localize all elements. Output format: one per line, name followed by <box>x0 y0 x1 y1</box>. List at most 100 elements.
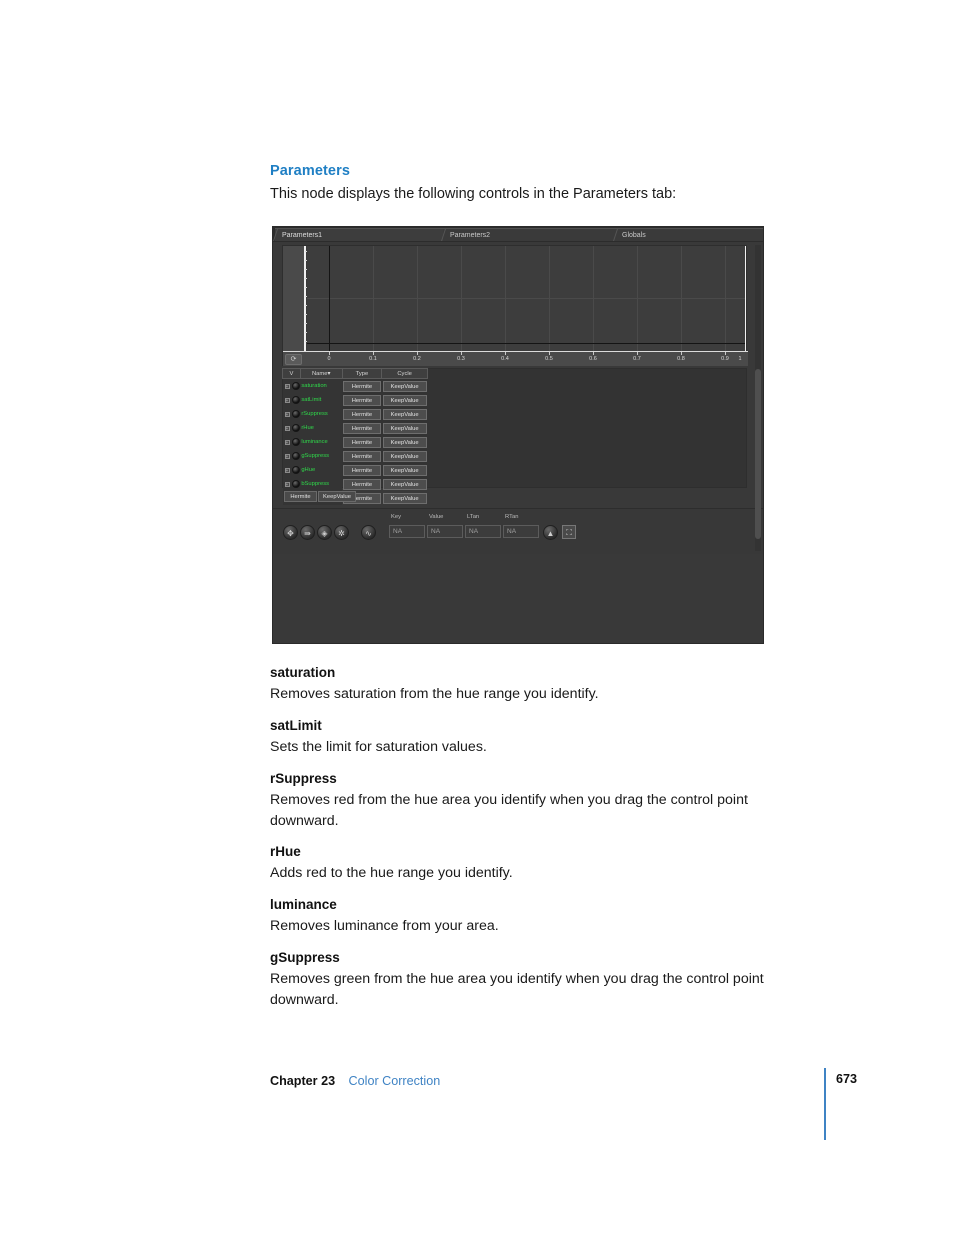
row-name-cell[interactable]: bSuppress <box>300 477 343 491</box>
interpolation-button[interactable]: Hermite <box>284 491 317 502</box>
ltan-field[interactable]: NA <box>465 525 501 538</box>
scrollbar-thumb[interactable] <box>755 369 761 539</box>
row-type-cell[interactable]: Hermite <box>342 379 382 394</box>
type-dropdown[interactable]: Hermite <box>343 394 381 406</box>
enable-toggle-icon[interactable] <box>291 452 300 460</box>
row-cycle-cell[interactable]: KeepValue <box>382 407 428 421</box>
rtan-field[interactable]: NA <box>503 525 539 538</box>
type-dropdown[interactable]: Hermite <box>343 436 381 448</box>
row-cycle-cell[interactable]: KeepValue <box>382 463 428 477</box>
row-toggle-cell[interactable]: + <box>282 435 301 449</box>
curve-graph[interactable]: 1 0 <box>282 245 748 366</box>
column-header-cycle[interactable]: Cycle <box>381 368 428 379</box>
row-name-cell[interactable]: luminance <box>300 435 343 449</box>
row-cycle-cell[interactable]: KeepValue <box>382 449 428 463</box>
key-field[interactable]: NA <box>389 525 425 538</box>
row-toggle-cell[interactable]: + <box>282 463 301 477</box>
enable-toggle-icon[interactable] <box>291 466 300 474</box>
value-field[interactable]: NA <box>427 525 463 538</box>
table-row[interactable]: + rHue Hermite KeepValue <box>282 421 428 435</box>
row-cycle-cell[interactable]: KeepValue <box>382 421 428 435</box>
row-cycle-cell[interactable]: KeepValue <box>382 379 428 394</box>
move-key-icon[interactable]: ✥ <box>283 525 298 540</box>
cycle-dropdown[interactable]: KeepValue <box>382 436 427 448</box>
table-row[interactable]: + saturation Hermite KeepValue <box>282 378 428 394</box>
expand-icon[interactable]: + <box>284 411 290 417</box>
row-type-cell[interactable]: Hermite <box>342 463 382 477</box>
row-cycle-cell[interactable]: KeepValue <box>382 491 428 505</box>
row-name-cell[interactable]: gHue <box>300 463 343 477</box>
row-cycle-cell[interactable]: KeepValue <box>382 435 428 449</box>
enable-toggle-icon[interactable] <box>291 396 300 404</box>
expand-icon[interactable]: + <box>284 453 290 459</box>
row-type-cell[interactable]: Hermite <box>342 435 382 449</box>
row-type-cell[interactable]: Hermite <box>342 477 382 491</box>
cycle-dropdown[interactable]: KeepValue <box>382 394 427 406</box>
table-row[interactable]: + luminance Hermite KeepValue <box>282 435 428 449</box>
tab-globals[interactable]: Globals <box>615 228 763 241</box>
enable-toggle-icon[interactable] <box>291 410 300 418</box>
expand-icon[interactable]: + <box>284 397 290 403</box>
table-row[interactable]: + rSuppress Hermite KeepValue <box>282 407 428 421</box>
tangent-edit-icon[interactable]: ✲ <box>334 525 349 540</box>
expand-icon[interactable]: + <box>284 383 290 389</box>
type-dropdown[interactable]: Hermite <box>343 464 381 476</box>
row-name-cell[interactable]: rHue <box>300 421 343 435</box>
enable-toggle-icon[interactable] <box>291 424 300 432</box>
type-dropdown[interactable]: Hermite <box>343 408 381 420</box>
smooth-curve-icon[interactable]: ∿ <box>361 525 376 540</box>
row-name-cell[interactable]: satLimit <box>300 393 343 407</box>
row-name-cell[interactable]: rSuppress <box>300 407 343 421</box>
cycle-dropdown[interactable]: KeepValue <box>382 380 427 392</box>
table-row[interactable]: + gSuppress Hermite KeepValue <box>282 449 428 463</box>
enable-toggle-icon[interactable] <box>291 382 300 390</box>
table-row[interactable]: + gHue Hermite KeepValue <box>282 463 428 477</box>
row-type-cell[interactable]: Hermite <box>342 449 382 463</box>
row-toggle-cell[interactable]: + <box>282 421 301 435</box>
table-row[interactable]: + bSuppress Hermite KeepValue <box>282 477 428 491</box>
cycle-dropdown[interactable]: KeepValue <box>382 408 427 420</box>
cycle-dropdown[interactable]: KeepValue <box>382 492 427 504</box>
type-dropdown[interactable]: Hermite <box>343 478 381 490</box>
cycle-dropdown[interactable]: KeepValue <box>382 478 427 490</box>
round-tangent-icon[interactable]: ⇛ <box>300 525 315 540</box>
row-toggle-cell[interactable]: + <box>282 393 301 407</box>
column-header-name[interactable]: Name▾ <box>299 368 343 379</box>
row-type-cell[interactable]: Hermite <box>342 421 382 435</box>
extrapolation-button[interactable]: KeepValue <box>318 491 356 502</box>
column-header-toggle[interactable]: V <box>282 368 301 379</box>
expand-icon[interactable]: + <box>284 425 290 431</box>
type-dropdown[interactable]: Hermite <box>343 450 381 462</box>
type-dropdown[interactable]: Hermite <box>343 380 381 392</box>
expand-icon[interactable]: + <box>284 481 290 487</box>
enable-toggle-icon[interactable] <box>291 480 300 488</box>
x-axis-bar[interactable]: ⟳ 0 0.1 0.2 0.3 0.4 0.5 0.6 0.7 0.8 0.9 … <box>283 351 748 366</box>
frame-all-icon[interactable]: ▲ <box>543 525 558 540</box>
row-cycle-cell[interactable]: KeepValue <box>382 477 428 491</box>
refresh-icon[interactable]: ⟳ <box>285 354 302 365</box>
expand-icon[interactable]: + <box>284 439 290 445</box>
enable-toggle-icon[interactable] <box>291 438 300 446</box>
cycle-dropdown[interactable]: KeepValue <box>382 422 427 434</box>
row-cycle-cell[interactable]: KeepValue <box>382 393 428 407</box>
row-toggle-cell[interactable]: + <box>282 477 301 491</box>
table-row[interactable]: + satLimit Hermite KeepValue <box>282 393 428 407</box>
row-type-cell[interactable]: Hermite <box>342 393 382 407</box>
tab-parameters1[interactable]: Parameters1 <box>275 228 443 241</box>
frame-selected-icon[interactable]: ⛶ <box>562 525 576 539</box>
row-type-cell[interactable]: Hermite <box>342 407 382 421</box>
row-name-cell[interactable]: saturation <box>300 379 343 393</box>
expand-icon[interactable]: + <box>284 467 290 473</box>
break-tangent-icon[interactable]: ◈ <box>317 525 332 540</box>
row-toggle-cell[interactable]: + <box>282 378 301 393</box>
vertical-scrollbar-lower[interactable] <box>755 245 761 551</box>
row-name-cell[interactable]: gSuppress <box>300 449 343 463</box>
cycle-dropdown[interactable]: KeepValue <box>382 450 427 462</box>
tab-parameters2[interactable]: Parameters2 <box>443 228 615 241</box>
row-toggle-cell[interactable]: + <box>282 407 301 421</box>
cycle-dropdown[interactable]: KeepValue <box>382 464 427 476</box>
plot-area[interactable] <box>307 246 746 351</box>
column-header-type[interactable]: Type <box>341 368 383 379</box>
row-toggle-cell[interactable]: + <box>282 449 301 463</box>
type-dropdown[interactable]: Hermite <box>343 422 381 434</box>
